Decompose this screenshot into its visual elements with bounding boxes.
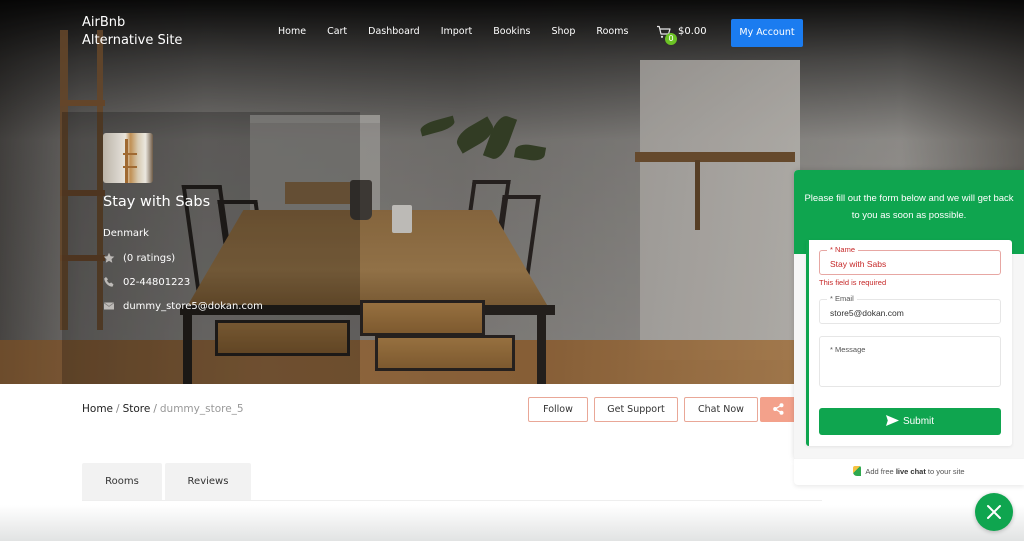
envelope-icon	[103, 300, 115, 312]
email-address: dummy_store5@dokan.com	[123, 300, 263, 312]
promo-text-bold: live chat	[895, 467, 926, 476]
chat-now-button[interactable]: Chat Now	[684, 397, 758, 422]
cart-total[interactable]: $0.00	[678, 26, 707, 37]
promo-text-pre: Add free	[865, 467, 896, 476]
avatar-detail	[125, 139, 128, 183]
breadcrumb-current: dummy_store_5	[159, 403, 244, 415]
cart-count-badge: 0	[665, 33, 677, 45]
breadcrumb-home[interactable]: Home	[82, 403, 113, 415]
my-account-button[interactable]: My Account	[731, 19, 803, 47]
share-icon	[773, 403, 784, 415]
rating-text: (0 ratings)	[123, 252, 176, 264]
nav-cart[interactable]: Cart	[327, 26, 347, 37]
phone-number: 02-44801223	[123, 276, 191, 288]
share-button[interactable]	[760, 397, 796, 422]
tabs-divider	[82, 500, 822, 501]
email-label: * Email	[827, 294, 857, 303]
store-phone: 02-44801223	[103, 276, 190, 288]
logo-line-2: Alternative Site	[82, 33, 183, 48]
close-icon	[987, 505, 1001, 519]
name-label: * Name	[827, 245, 859, 254]
tab-reviews[interactable]: Reviews	[165, 463, 251, 501]
breadcrumb-separator: /	[116, 403, 120, 415]
main-nav: Home Cart Dashboard Import Bookins Shop …	[278, 26, 649, 37]
breadcrumb-separator: /	[153, 403, 157, 415]
tab-rooms[interactable]: Rooms	[82, 463, 162, 501]
livechat-logo-icon	[853, 466, 862, 476]
send-icon	[885, 415, 899, 426]
nav-shop[interactable]: Shop	[552, 26, 576, 37]
email-input[interactable]: store5@dokan.com	[830, 308, 904, 318]
store-name: Stay with Sabs	[103, 194, 211, 210]
submit-label: Submit	[902, 416, 935, 427]
store-rating: (0 ratings)	[103, 252, 175, 264]
nav-rooms[interactable]: Rooms	[596, 26, 628, 37]
chat-widget: Please fill out the form below and we wi…	[794, 170, 1024, 460]
store-tabs: Rooms Reviews	[82, 463, 251, 501]
phone-icon	[103, 276, 115, 288]
store-actions: Follow Get Support Chat Now	[528, 397, 758, 422]
follow-button[interactable]: Follow	[528, 397, 588, 422]
breadcrumb-store[interactable]: Store	[123, 403, 151, 415]
store-avatar	[103, 133, 153, 183]
live-chat-promo[interactable]: Add free live chat to your site	[794, 459, 1024, 485]
promo-text-post: to your site	[925, 467, 965, 476]
name-field[interactable]: * Name Stay with Sabs	[819, 245, 1001, 275]
store-email: dummy_store5@dokan.com	[103, 300, 263, 312]
star-icon	[103, 252, 115, 264]
name-error: This field is required	[819, 278, 887, 287]
site-header: AirBnb Alternative Site Home Cart Dashbo…	[0, 0, 1024, 64]
message-field[interactable]: * Message	[819, 336, 1001, 387]
breadcrumb: Home / Store / dummy_store_5	[82, 403, 244, 415]
nav-dashboard[interactable]: Dashboard	[368, 26, 420, 37]
avatar-detail	[123, 153, 137, 155]
nav-import[interactable]: Import	[441, 26, 473, 37]
logo-line-1: AirBnb	[82, 15, 126, 30]
store-country: Denmark	[103, 228, 149, 239]
contact-form: * Name Stay with Sabs This field is requ…	[806, 240, 1012, 446]
nav-bookins[interactable]: Bookins	[493, 26, 530, 37]
close-chat-button[interactable]	[975, 493, 1013, 531]
nav-home[interactable]: Home	[278, 26, 306, 37]
page-fade	[0, 505, 1024, 541]
site-logo[interactable]: AirBnb Alternative Site	[82, 14, 182, 50]
message-placeholder: * Message	[830, 345, 866, 354]
email-field[interactable]: * Email store5@dokan.com	[819, 294, 1001, 324]
submit-button[interactable]: Submit	[819, 408, 1001, 435]
get-support-button[interactable]: Get Support	[594, 397, 678, 422]
chat-widget-message: Please fill out the form below and we wi…	[804, 193, 1014, 221]
name-input[interactable]: Stay with Sabs	[830, 259, 886, 269]
mini-cart[interactable]: 0	[656, 24, 678, 45]
avatar-detail	[123, 166, 137, 168]
